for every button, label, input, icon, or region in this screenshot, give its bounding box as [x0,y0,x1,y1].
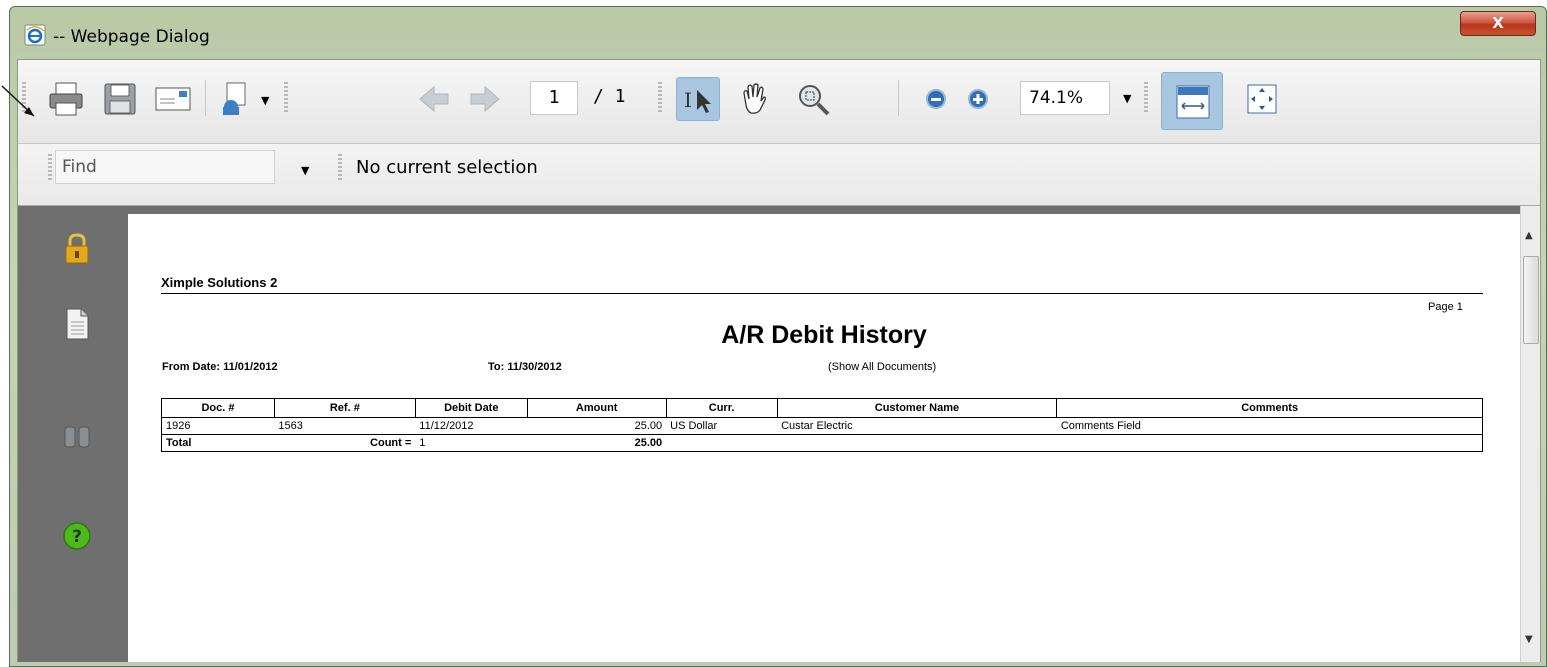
scroll-up-icon[interactable]: ▲ [1525,230,1533,241]
find-input[interactable]: Find [55,150,275,184]
to-date: To: 11/30/2012 [488,361,562,373]
toolbar-grip [658,82,662,114]
page-icon[interactable] [62,307,92,341]
total-label: Total [161,434,275,452]
report-title: A/R Debit History [721,321,927,349]
column-header: Customer Name [776,398,1058,418]
dialog-window: -- Webpage Dialog X ▼ 1 / 1 I 74.1% ▼ Fi… [9,6,1547,667]
report-page: Ximple Solutions 2 Page 1 A/R Debit Hist… [128,214,1520,662]
fit-page-icon[interactable] [1240,77,1284,121]
vertical-scrollbar[interactable]: ▲ ▼ [1520,206,1540,662]
doc-number: 1926 [161,417,275,435]
hand-tool-icon[interactable] [732,77,776,121]
column-header: Curr. [665,398,778,418]
header-rule [161,293,1483,294]
svg-text:I: I [684,88,692,112]
dialog-client: ▼ 1 / 1 I 74.1% ▼ Find ▼ No current sele… [17,59,1541,662]
column-header: Amount [526,398,667,418]
toolbar-grip [48,154,52,182]
lock-icon[interactable] [62,232,92,266]
email-icon[interactable] [151,77,195,121]
export-dropdown-icon[interactable]: ▼ [261,94,269,107]
comments: Comments Field [1056,417,1483,435]
zoom-out-icon[interactable] [914,77,958,121]
annotation-arrow [1,85,35,117]
save-icon[interactable] [98,77,142,121]
toolbar-grip [338,154,342,182]
next-page-icon[interactable] [463,77,507,121]
zoom-level-input[interactable]: 74.1% [1020,81,1110,115]
debit-date: 11/12/2012 [415,417,528,435]
zoom-dropdown-icon[interactable]: ▼ [1123,92,1131,105]
zoom-in-icon[interactable] [956,77,1000,121]
title-bar: -- Webpage Dialog X [10,7,1546,65]
table-row: 1926 1563 11/12/2012 25.00 US Dollar Cus… [161,417,1483,435]
page-label: Page 1 [1428,301,1463,313]
export-icon[interactable] [215,77,259,121]
ref-number: 1563 [274,417,416,435]
find-bar: Find ▼ No current selection [18,144,1540,206]
toolbar-separator [898,80,899,116]
side-panel: ? [18,206,128,662]
select-text-icon[interactable]: I [676,77,720,121]
scroll-down-icon[interactable]: ▼ [1525,634,1533,645]
document-viewer: ? Ximple Solutions 2 Page 1 A/R Debit Hi… [18,206,1540,662]
column-header: Ref. # [273,398,416,418]
fit-width-icon[interactable] [1161,72,1223,130]
svg-text:?: ? [72,527,82,547]
page-number-input[interactable]: 1 [530,81,578,115]
count-label: Count = [274,434,416,452]
column-header: Doc. # [161,398,275,418]
column-header: Debit Date [414,398,528,418]
toolbar-separator [205,80,206,116]
currency: US Dollar [666,417,778,435]
binoculars-icon[interactable] [62,419,92,453]
find-dropdown-icon[interactable]: ▼ [301,164,309,177]
total-row: Total Count = 1 25.00 [161,434,1483,452]
viewer-toolbar: ▼ 1 / 1 I 74.1% ▼ [18,60,1540,144]
column-header: Comments [1056,398,1483,418]
customer-name: Custar Electric [777,417,1057,435]
amount: 25.00 [527,417,667,435]
total-amount: 25.00 [527,434,667,452]
scroll-thumb[interactable] [1523,256,1539,344]
from-date: From Date: 11/01/2012 [162,361,278,373]
table-header-row: Doc. # Ref. # Debit Date Amount Curr. Cu… [161,398,1483,418]
count-value: 1 [415,434,528,452]
company-name: Ximple Solutions 2 [161,275,278,290]
toolbar-grip [1144,82,1148,114]
find-status: No current selection [356,157,538,178]
close-button[interactable]: X [1460,11,1536,36]
page-total: / 1 [593,86,626,107]
report-table: Doc. # Ref. # Debit Date Amount Curr. Cu… [161,398,1483,452]
document-filter: (Show All Documents) [828,361,937,373]
marquee-zoom-icon[interactable] [792,77,836,121]
help-icon[interactable]: ? [62,519,92,553]
toolbar-grip [284,82,288,114]
prev-page-icon[interactable] [412,77,456,121]
